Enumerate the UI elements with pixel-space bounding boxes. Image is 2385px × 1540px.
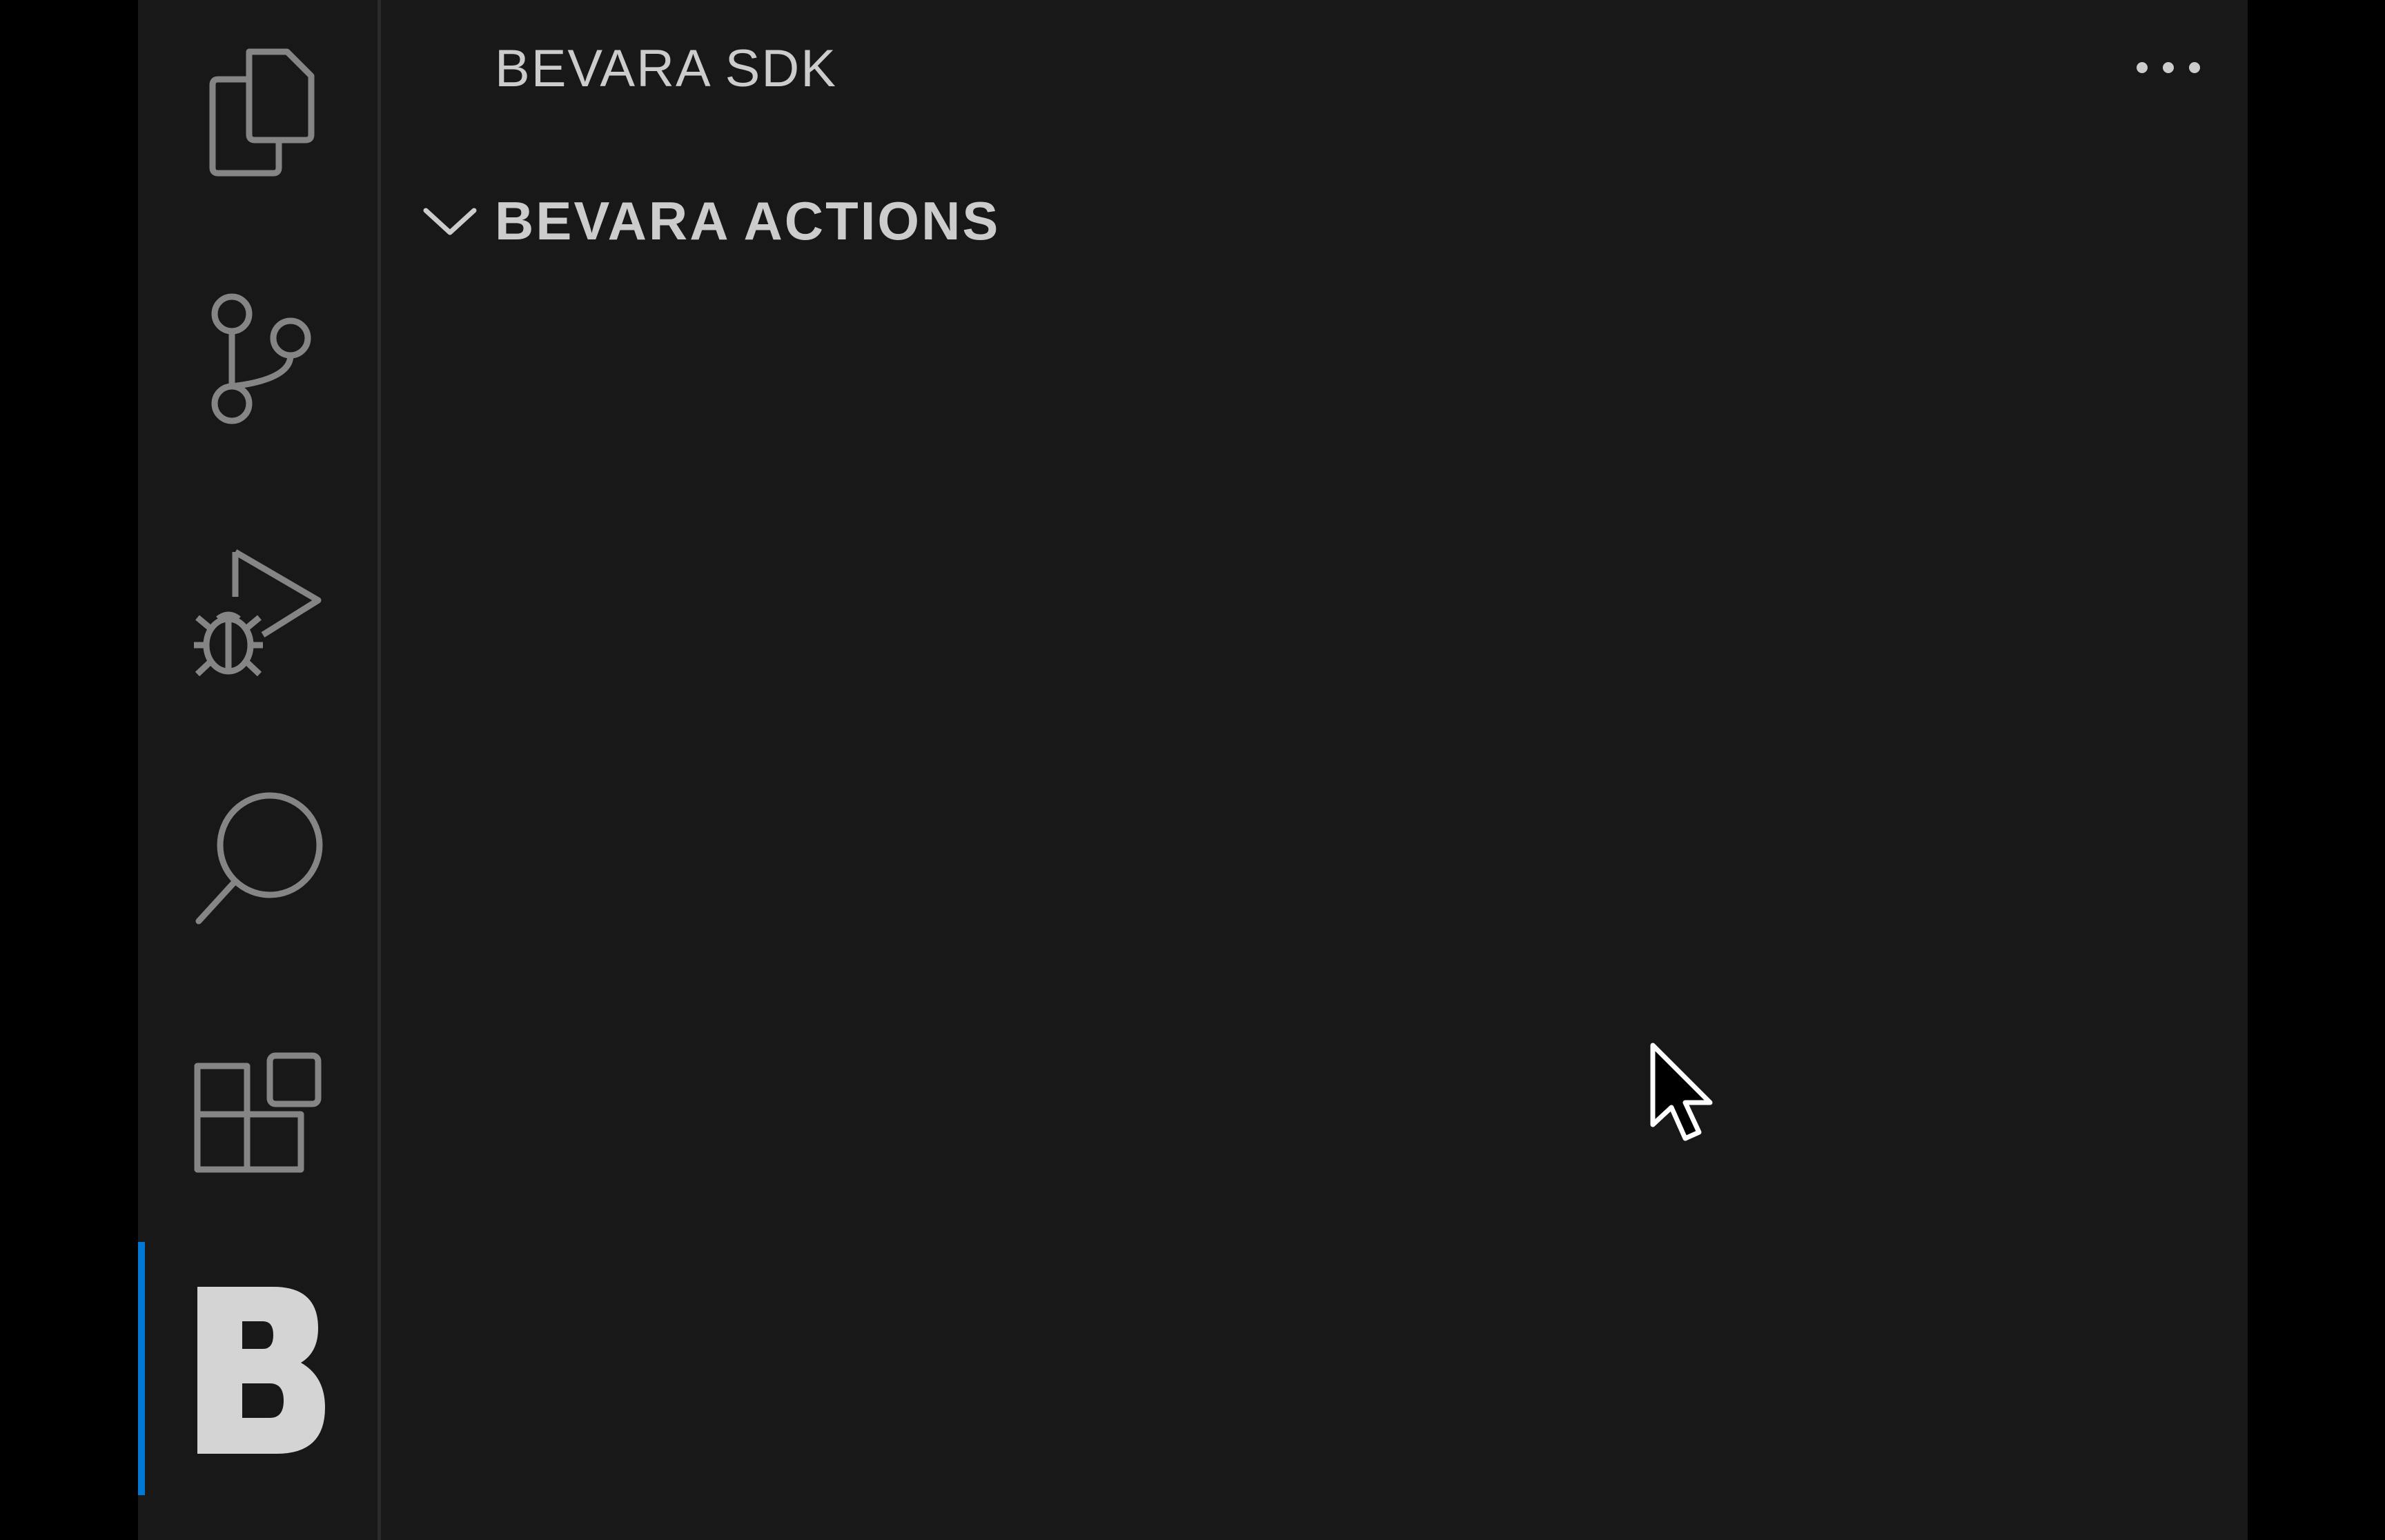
mouse-pointer-icon [1649,1042,1718,1149]
run-debug-icon [190,542,328,680]
source-control-icon [197,290,322,428]
activity-item-search[interactable] [138,749,381,969]
activity-item-explorer[interactable] [138,0,381,221]
extensions-icon [190,1045,328,1183]
section-header-bevara-actions[interactable]: BEVARA ACTIONS [412,186,1000,255]
chevron-down-icon [412,186,488,255]
app-window: BEVARA SDK BEVARA ACTIONS [0,0,2385,1540]
activity-bar [138,0,381,1540]
activity-item-run-and-debug[interactable] [138,500,381,721]
section-title: BEVARA ACTIONS [495,190,1001,251]
sidebar-panel: BEVARA SDK BEVARA ACTIONS [381,0,2248,1540]
more-actions-button[interactable] [2127,38,2210,100]
files-icon [197,38,322,183]
bevara-logo-icon [190,1280,328,1459]
outer-background [2248,0,2385,1540]
ellipsis-icon [2134,61,2203,78]
search-icon [190,790,328,928]
sidebar-title: BEVARA SDK [495,39,837,98]
activity-item-extensions[interactable] [138,1004,381,1225]
activity-item-source-control[interactable] [138,248,381,469]
activity-item-bevara[interactable] [138,1259,381,1480]
